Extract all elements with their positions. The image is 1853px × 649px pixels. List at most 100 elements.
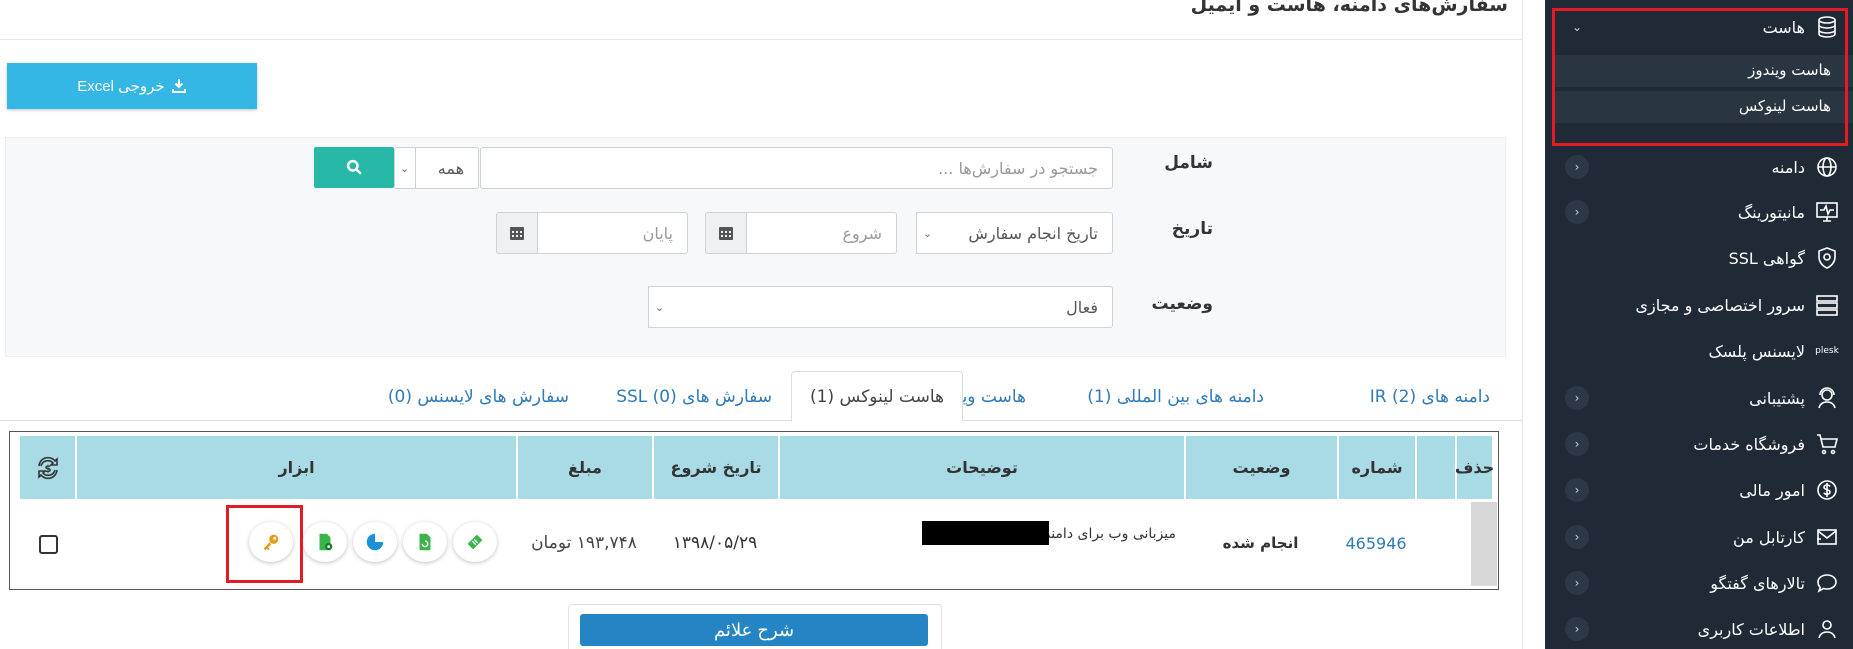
sidebar-item-host[interactable]: هاست ⌄ [1545,7,1853,47]
row-selector[interactable] [1471,502,1497,586]
file-settings-icon [319,533,333,551]
sidebar-item-label: لایسنس پلسک [1708,341,1805,361]
sidebar-item-label: سرور اختصاصی و مجازی [1635,295,1805,315]
row-amount: ۱۹۳,۷۴۸ تومان [531,533,637,553]
plesk-icon: plesk [1815,346,1839,356]
user-icon [1815,617,1839,641]
status-select[interactable]: فعال [648,286,1113,328]
sidebar-subitem-label: هاست لینوکس [1738,97,1831,115]
redacted-domain [922,521,1049,545]
header-amount: مبلغ [516,436,652,499]
sidebar-item-forums[interactable]: تالارهای گفتگو ‹ [1545,563,1853,603]
sidebar-item-plesk[interactable]: plesk لایسنس پلسک [1545,331,1853,371]
monitor-pulse-icon [1815,200,1839,224]
server-icon [1815,293,1839,317]
order-tabs: دامنه های IR (2) دامنه های بین المللی (1… [0,371,1522,422]
status-value: فعال [1066,297,1098,317]
page-title: سفارش‌های دامنه، هاست و ایمیل [1190,0,1508,16]
tab-ssl-orders[interactable]: سفارش های SSL (0) [616,371,772,422]
sidebar-item-shop[interactable]: فروشگاه خدمات ‹ [1545,424,1853,464]
chevron-left-icon: ‹ [1565,200,1589,224]
start-date-placeholder: شروع [842,223,882,243]
header-status: وضعیت [1184,436,1337,499]
tab-linux-host[interactable]: هاست لینوکس (1) [791,371,963,422]
sidebar-item-support[interactable]: پشتیبانی ‹ [1545,378,1853,418]
chevron-left-icon: ‹ [1565,386,1589,410]
header-delete: حذف [1455,436,1494,499]
header-description: توضیحات [778,436,1184,499]
chevron-left-icon: ‹ [1565,617,1589,641]
refresh-dollar-icon[interactable]: $ [18,436,75,499]
support-agent-icon [1815,386,1839,410]
tab-international-domains[interactable]: دامنه های بین المللی (1) [1087,371,1264,422]
end-date-placeholder: پایان [642,223,673,243]
sidebar-item-server[interactable]: سرور اختصاصی و مجازی [1545,285,1853,325]
svg-text:$: $ [44,464,51,475]
download-icon [171,79,186,93]
chevron-left-icon: ‹ [1565,525,1589,549]
sidebar-item-monitoring[interactable]: مانیتورینگ ‹ [1545,192,1853,232]
contains-label: شامل [1164,153,1213,173]
sidebar-item-user-info[interactable]: اطلاعات کاربری ‹ [1545,609,1853,649]
renew-tool-button[interactable] [403,522,447,562]
calendar-icon[interactable] [496,212,538,254]
calendar-icon[interactable] [705,212,747,254]
content-divider [1522,0,1523,649]
sidebar-subitem-linux-host[interactable]: هاست لینوکس [1555,91,1853,123]
chevron-left-icon: ‹ [1565,571,1589,595]
page: سفارش‌های دامنه، هاست و ایمیل خروجی Exce… [0,0,1853,649]
date-type-value: تاریخ انجام سفارش [968,223,1098,243]
main-content: سفارش‌های دامنه، هاست و ایمیل خروجی Exce… [0,0,1545,649]
excel-export-button[interactable]: خروجی Excel [7,63,257,109]
stats-tool-button[interactable] [353,522,397,562]
file-refresh-icon [419,533,431,551]
tab-ir-domains[interactable]: دامنه های IR (2) [1370,371,1490,422]
dollar-icon [1815,478,1839,502]
ticket-tool-button[interactable] [453,522,497,562]
sidebar-item-label: امور مالی [1739,480,1805,500]
sidebar-item-label: هاست [1762,17,1805,37]
sidebar-item-label: گواهی SSL [1728,248,1805,268]
inbox-icon [1815,525,1839,549]
search-button[interactable] [314,147,394,188]
sidebar-item-finance[interactable]: امور مالی ‹ [1545,470,1853,510]
sidebar-item-ssl[interactable]: گواهی SSL [1545,238,1853,278]
sidebar: هاست ⌄ هاست ویندوز هاست لینوکس دامنه ‹ م… [1545,0,1853,649]
row-status: انجام شده [1222,534,1299,552]
search-input[interactable]: جستجو در سفارش‌ها ... [480,147,1113,189]
chevron-down-icon[interactable]: ⌄ [648,286,670,328]
sidebar-subitem-label: هاست ویندوز [1748,61,1831,79]
highlight-box [226,505,303,583]
sidebar-item-label: پشتیبانی [1749,388,1805,408]
chevron-left-icon: ‹ [1565,478,1589,502]
chevron-left-icon: ‹ [1565,432,1589,456]
chevron-down-icon[interactable]: ⌄ [394,147,416,189]
sidebar-item-inbox[interactable]: کارتابل من ‹ [1545,517,1853,557]
excel-export-label: خروجی Excel [77,78,165,95]
row-checkbox[interactable] [39,535,58,554]
header-start-date: تاریخ شروع [652,436,778,499]
sidebar-subitem-windows-host[interactable]: هاست ویندوز [1555,55,1853,87]
tab-license-orders[interactable]: سفارش های لایسنس (0) [388,371,569,422]
header-tools: ابزار [75,436,516,499]
chevron-down-icon[interactable]: ⌄ [916,212,938,254]
search-scope-value: همه [437,158,464,178]
sidebar-item-label: کارتابل من [1733,527,1805,547]
search-placeholder: جستجو در سفارش‌ها ... [938,158,1098,178]
ticket-icon [467,534,483,550]
header-number: شماره [1337,436,1415,499]
upgrade-tool-button[interactable] [303,522,347,562]
row-number-link[interactable]: 465946 [1337,508,1415,578]
tab-linux-host-label: هاست لینوکس (1) [810,386,944,407]
www-globe-icon [1815,155,1839,179]
date-type-select[interactable]: تاریخ انجام سفارش [916,212,1113,254]
sidebar-item-domain[interactable]: دامنه ‹ [1545,147,1853,187]
date-label: تاریخ [1171,219,1213,239]
chat-icon [1815,571,1839,595]
database-icon [1815,15,1839,39]
shield-icon [1815,246,1839,270]
sidebar-item-label: مانیتورینگ [1737,202,1805,222]
sidebar-item-label: فروشگاه خدمات [1693,434,1805,454]
status-label: وضعیت [1151,294,1213,314]
legend-button[interactable]: شرح علائم [580,614,928,646]
